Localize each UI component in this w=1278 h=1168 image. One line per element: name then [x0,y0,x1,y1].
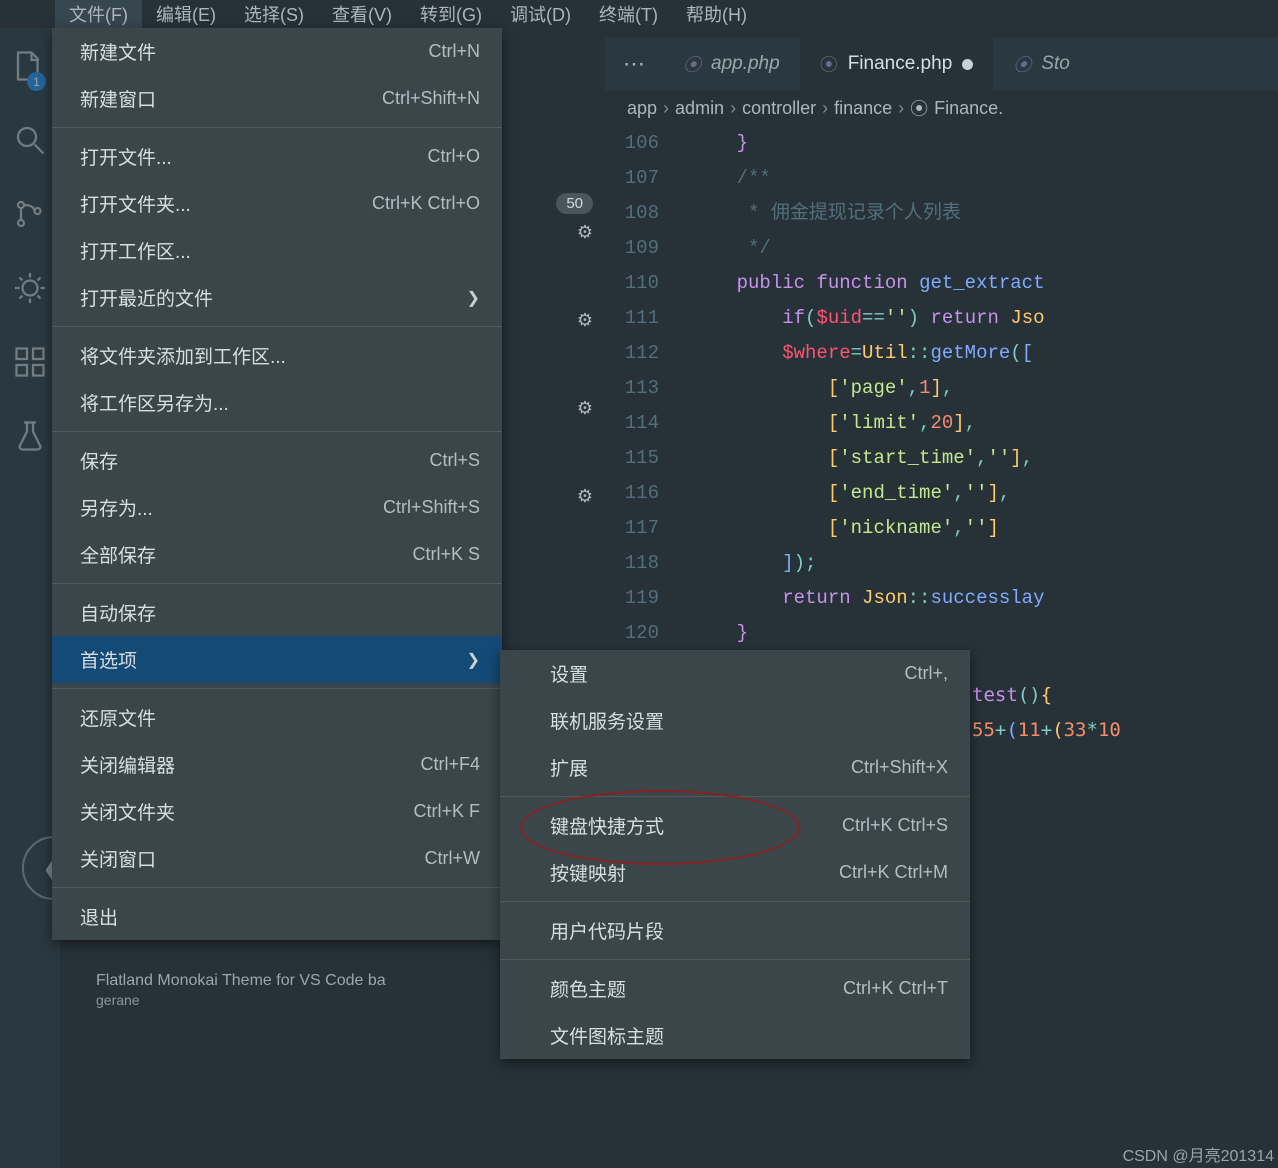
breadcrumb: app› admin› controller› finance› ⦿ Finan… [605,90,1278,126]
php-icon: ⦿ [683,51,701,77]
menu-item[interactable]: 打开工作区... [52,227,502,274]
code-editor[interactable]: 106 }107 /**108 * 佣金提现记录个人列表109 */110 pu… [605,126,1278,651]
gear-icon[interactable]: ⚙ [577,398,593,419]
menu-select[interactable]: 选择(S) [230,0,318,31]
menu-item[interactable]: 新建文件Ctrl+N [52,28,502,75]
menu-item[interactable]: 自动保存 [52,589,502,636]
debug-icon[interactable] [12,270,48,306]
menu-item[interactable]: 全部保存Ctrl+K S [52,531,502,578]
menu-item[interactable]: 关闭文件夹Ctrl+K F [52,788,502,835]
crumb[interactable]: Finance. [934,98,1003,119]
tab-sto[interactable]: ⦿Sto [993,38,1090,90]
menu-item[interactable]: 关闭编辑器Ctrl+F4 [52,741,502,788]
search-icon[interactable] [12,122,48,158]
menu-item[interactable]: 新建窗口Ctrl+Shift+N [52,75,502,122]
gear-icon[interactable]: ⚙ [577,222,593,243]
activity-bar: 1 [0,28,60,1168]
file-menu-dropdown: 新建文件Ctrl+N新建窗口Ctrl+Shift+N打开文件...Ctrl+O打… [52,28,502,940]
badge: 1 [27,72,46,91]
menu-item[interactable]: 打开文件...Ctrl+O [52,133,502,180]
submenu-item[interactable]: 文件图标主题 [500,1012,970,1059]
submenu-item[interactable]: 扩展Ctrl+Shift+X [500,744,970,791]
editor-area: ⋯ ⦿app.php ⦿Finance.php ⦿Sto app› admin›… [605,38,1278,651]
menu-file[interactable]: 文件(F) [55,0,142,31]
menu-item[interactable]: 将工作区另存为... [52,379,502,426]
php-icon: ⦿ [820,51,838,77]
submenu-item[interactable]: 按键映射Ctrl+K Ctrl+M [500,849,970,896]
menubar: 文件(F) 编辑(E) 选择(S) 查看(V) 转到(G) 调试(D) 终端(T… [0,0,1278,28]
submenu-item[interactable]: 用户代码片段 [500,907,970,954]
submenu-item[interactable]: 设置Ctrl+, [500,650,970,697]
php-icon: ⦿ [910,95,928,121]
crumb[interactable]: controller [742,98,816,119]
crumb[interactable]: finance [834,98,892,119]
menu-edit[interactable]: 编辑(E) [142,0,230,31]
submenu-item[interactable]: 键盘快捷方式Ctrl+K Ctrl+S [500,802,970,849]
menu-item[interactable]: 退出 [52,893,502,940]
menu-item[interactable]: 首选项❯ [52,636,502,683]
tab-overflow[interactable]: ⋯ [605,38,663,90]
menu-help[interactable]: 帮助(H) [672,0,761,31]
code-snippet-partial: test(){ 55+(11+(33*10 [972,678,1121,748]
preferences-submenu: 设置Ctrl+,联机服务设置扩展Ctrl+Shift+X 键盘快捷方式Ctrl+K… [500,650,970,1059]
tab-app-php[interactable]: ⦿app.php [663,38,800,90]
ext-count-badge: 50 [556,193,593,214]
gear-icon[interactable]: ⚙ [577,486,593,507]
tab-row: ⋯ ⦿app.php ⦿Finance.php ⦿Sto [605,38,1278,90]
source-control-icon[interactable] [12,196,48,232]
menu-item[interactable]: 将文件夹添加到工作区... [52,332,502,379]
menu-goto[interactable]: 转到(G) [406,0,496,31]
menu-item[interactable]: 关闭窗口Ctrl+W [52,835,502,882]
tab-finance-php[interactable]: ⦿Finance.php [800,38,994,90]
crumb[interactable]: admin [675,98,724,119]
ext-description: Flatland Monokai Theme for VS Code ba ge… [96,972,386,1008]
testing-icon[interactable] [12,418,48,454]
submenu-item[interactable]: 颜色主题Ctrl+K Ctrl+T [500,965,970,1012]
extensions-icon[interactable] [12,344,48,380]
watermark: CSDN @月亮201314 [1123,1142,1274,1166]
menu-item[interactable]: 打开文件夹...Ctrl+K Ctrl+O [52,180,502,227]
menu-item[interactable]: 还原文件 [52,694,502,741]
menu-debug[interactable]: 调试(D) [496,0,585,31]
menu-view[interactable]: 查看(V) [318,0,406,31]
submenu-item[interactable]: 联机服务设置 [500,697,970,744]
menu-terminal[interactable]: 终端(T) [585,0,672,31]
php-icon: ⦿ [1013,51,1031,77]
menu-item[interactable]: 保存Ctrl+S [52,437,502,484]
explorer-icon[interactable]: 1 [12,48,48,84]
dirty-dot-icon [962,59,973,70]
menu-item[interactable]: 另存为...Ctrl+Shift+S [52,484,502,531]
menu-item[interactable]: 打开最近的文件❯ [52,274,502,321]
gear-icon[interactable]: ⚙ [577,310,593,331]
crumb[interactable]: app [627,98,657,119]
